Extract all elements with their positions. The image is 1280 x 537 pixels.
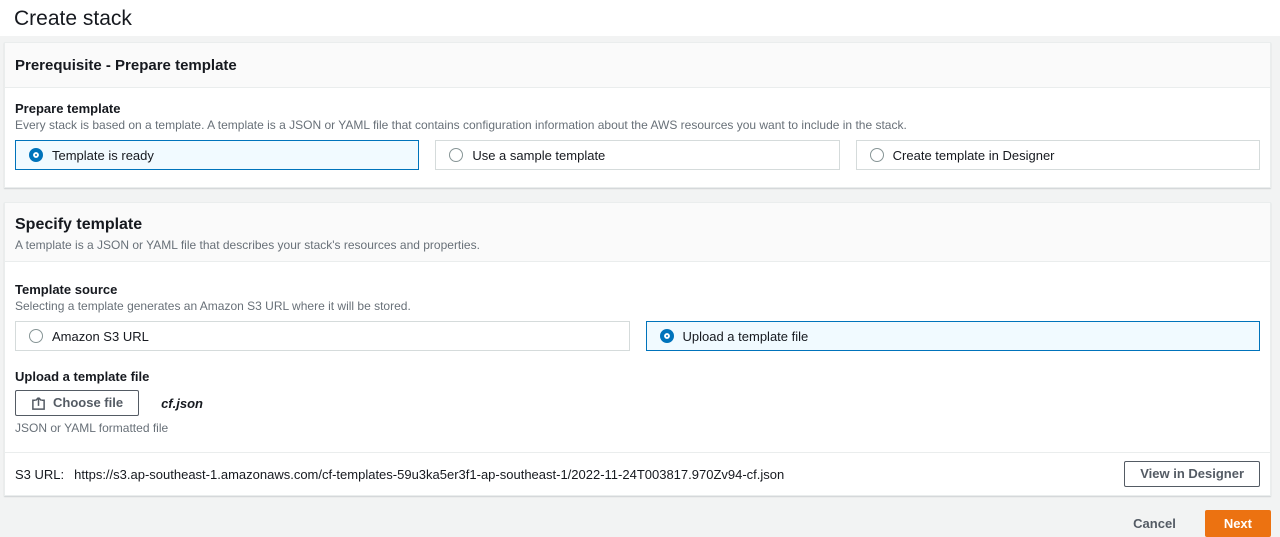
prepare-template-description: Every stack is based on a template. A te…	[15, 118, 1260, 132]
upload-format-hint: JSON or YAML formatted file	[15, 421, 1260, 435]
prerequisite-section: Prerequisite - Prepare template Prepare …	[4, 42, 1271, 188]
specify-template-description: A template is a JSON or YAML file that d…	[15, 238, 1260, 252]
specify-template-body: Template source Selecting a template gen…	[5, 262, 1270, 435]
radio-button-icon[interactable]	[29, 329, 43, 343]
view-in-designer-button[interactable]: View in Designer	[1124, 461, 1260, 487]
upload-icon	[31, 396, 46, 411]
specify-template-section: Specify template A template is a JSON or…	[4, 202, 1271, 496]
upload-template-file-label: Upload a template file	[15, 369, 1260, 384]
template-source-description: Selecting a template generates an Amazon…	[15, 299, 1260, 313]
option-upload-template-file[interactable]: Upload a template file	[646, 321, 1261, 351]
page-title: Create stack	[14, 5, 1266, 33]
radio-button-icon[interactable]	[660, 329, 674, 343]
specify-template-title: Specify template	[15, 216, 1260, 234]
upload-template-file-field: Upload a template file Choose file cf.js…	[15, 369, 1260, 435]
radio-button-icon[interactable]	[870, 148, 884, 162]
s3-url-label: S3 URL:	[15, 467, 64, 482]
radio-button-icon[interactable]	[449, 148, 463, 162]
page-header: Create stack	[0, 0, 1280, 36]
prepare-template-options: Template is ready Use a sample template …	[15, 140, 1260, 170]
option-label: Create template in Designer	[893, 148, 1055, 163]
option-label: Use a sample template	[472, 148, 605, 163]
option-label: Amazon S3 URL	[52, 329, 149, 344]
prerequisite-section-body: Prepare template Every stack is based on…	[5, 88, 1270, 187]
choose-file-label: Choose file	[53, 395, 123, 411]
radio-button-icon[interactable]	[29, 148, 43, 162]
template-source-label: Template source	[15, 282, 1260, 297]
choose-file-button[interactable]: Choose file	[15, 390, 139, 416]
option-create-template-in-designer[interactable]: Create template in Designer	[856, 140, 1260, 170]
wizard-footer-actions: Cancel Next	[4, 510, 1271, 537]
selected-file-name: cf.json	[161, 396, 203, 411]
s3-url-value: https://s3.ap-southeast-1.amazonaws.com/…	[74, 467, 784, 482]
option-label: Template is ready	[52, 148, 154, 163]
option-use-sample-template[interactable]: Use a sample template	[435, 140, 839, 170]
specify-template-header: Specify template A template is a JSON or…	[5, 203, 1270, 262]
option-template-is-ready[interactable]: Template is ready	[15, 140, 419, 170]
s3-url-row: S3 URL: https://s3.ap-southeast-1.amazon…	[5, 452, 1270, 495]
template-source-options: Amazon S3 URL Upload a template file	[15, 321, 1260, 351]
next-button[interactable]: Next	[1205, 510, 1271, 537]
prepare-template-label: Prepare template	[15, 101, 1260, 116]
option-label: Upload a template file	[683, 329, 809, 344]
prerequisite-section-title: Prerequisite - Prepare template	[15, 57, 1260, 74]
prerequisite-section-header: Prerequisite - Prepare template	[5, 43, 1270, 88]
cancel-button[interactable]: Cancel	[1114, 510, 1195, 537]
option-amazon-s3-url[interactable]: Amazon S3 URL	[15, 321, 630, 351]
